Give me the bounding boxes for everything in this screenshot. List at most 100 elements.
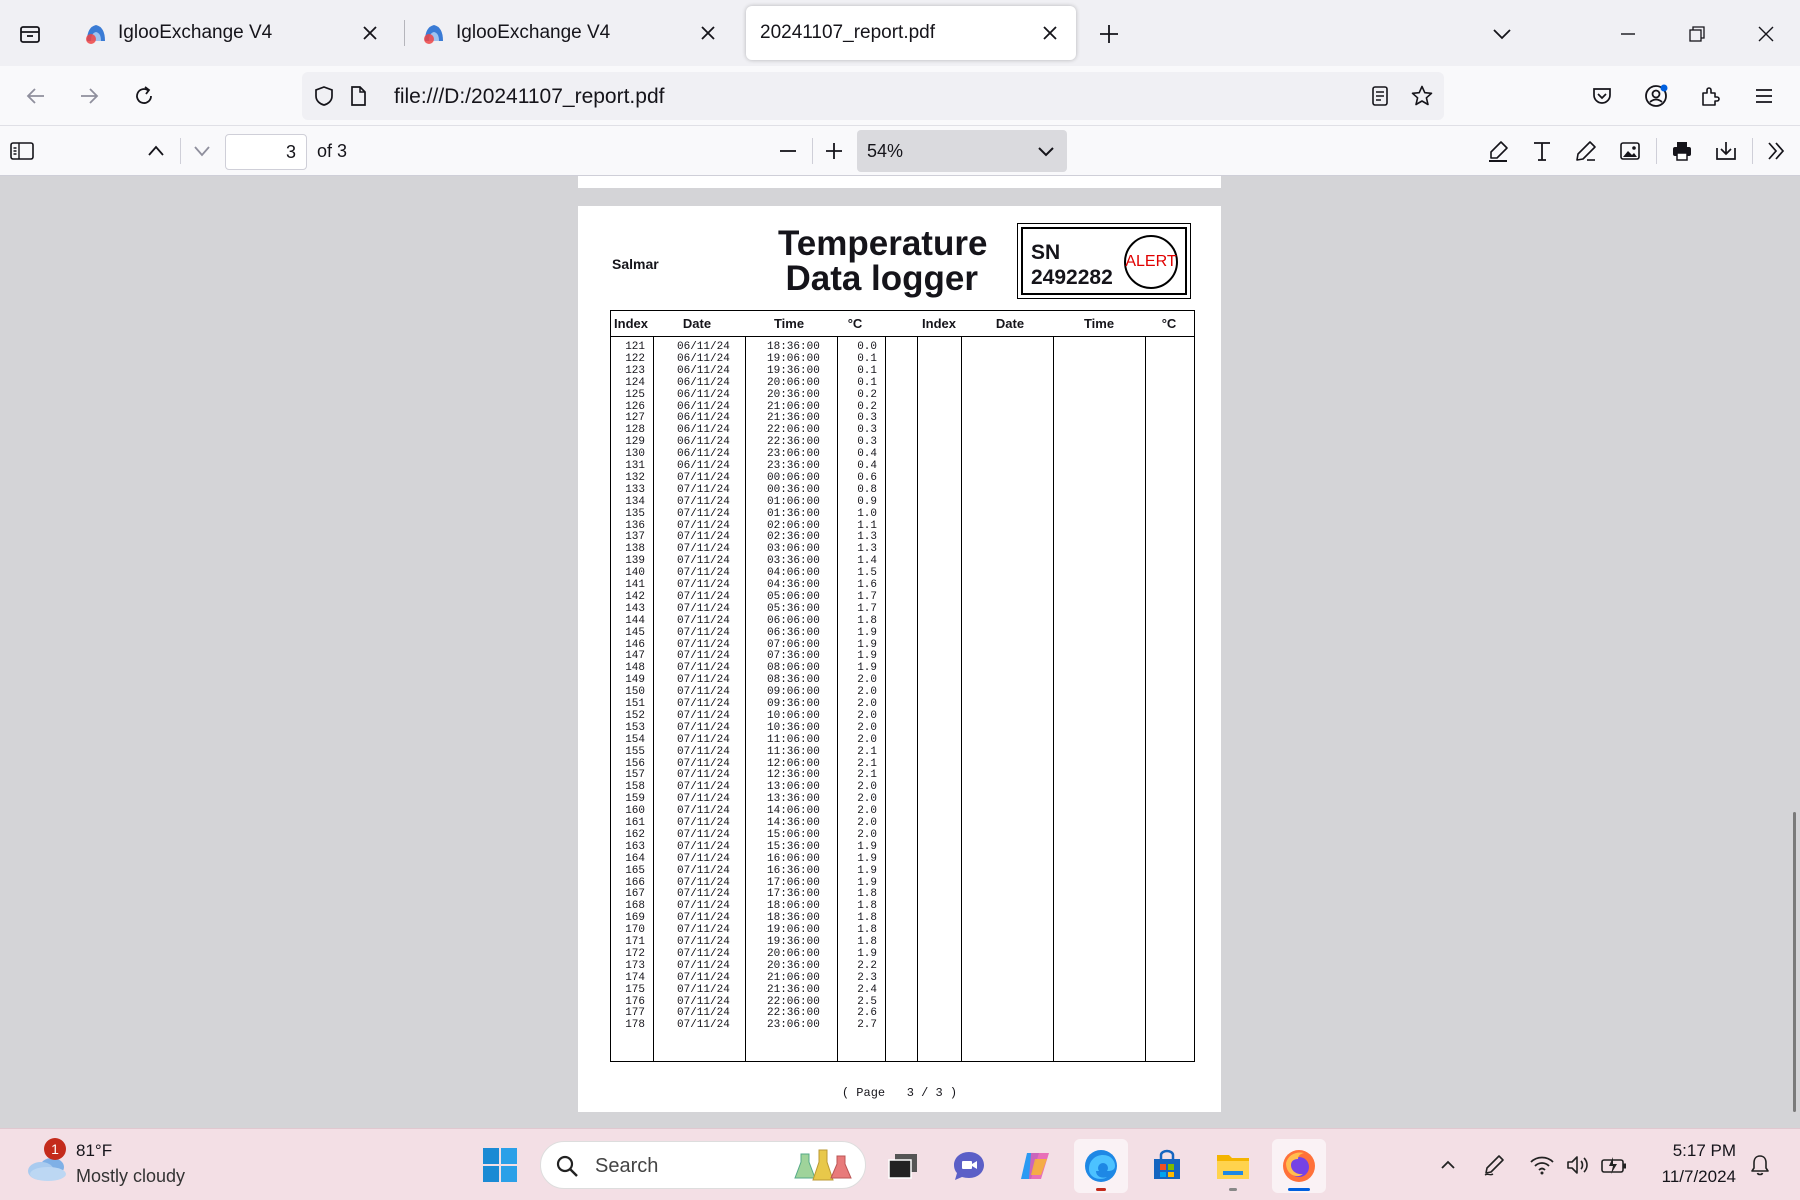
reload-button[interactable] bbox=[124, 76, 164, 116]
back-button[interactable] bbox=[16, 76, 56, 116]
battery-button[interactable] bbox=[1600, 1151, 1628, 1179]
vertical-scrollbar[interactable] bbox=[1793, 812, 1796, 1112]
notifications-button[interactable] bbox=[1746, 1151, 1774, 1179]
add-text-button[interactable] bbox=[1524, 133, 1560, 169]
alert-text: ALERT bbox=[1125, 253, 1177, 270]
forward-button[interactable] bbox=[69, 76, 109, 116]
taskbar-copilot[interactable] bbox=[1008, 1139, 1062, 1193]
sidebar-toggle-button[interactable] bbox=[4, 133, 40, 169]
show-hidden-icons-button[interactable] bbox=[1434, 1151, 1462, 1179]
text-icon bbox=[1534, 142, 1550, 161]
tab-iglooexchange-2[interactable]: IglooExchange V4 bbox=[408, 6, 734, 60]
cell-temperature: 1.9 bbox=[857, 947, 877, 960]
taskbar-task-view[interactable] bbox=[876, 1139, 930, 1193]
cell-time: 22:36:00 bbox=[767, 1007, 820, 1020]
cell-time: 08:06:00 bbox=[767, 662, 820, 675]
print-button[interactable] bbox=[1664, 133, 1700, 169]
reader-view-button[interactable] bbox=[1366, 82, 1394, 110]
windows-start-icon[interactable] bbox=[482, 1147, 518, 1183]
cell-date: 07/11/24 bbox=[677, 900, 730, 913]
taskbar-search[interactable]: Search bbox=[540, 1141, 866, 1189]
cell-temperature: 0.3 bbox=[857, 436, 877, 449]
cell-time: 09:06:00 bbox=[767, 686, 820, 699]
url-bar[interactable]: file:///D:/20241107_report.pdf bbox=[302, 72, 1444, 120]
tab-report-pdf[interactable]: 20241107_report.pdf bbox=[746, 6, 1076, 60]
cell-time: 12:36:00 bbox=[767, 769, 820, 782]
cell-time: 23:06:00 bbox=[767, 1019, 820, 1032]
new-tab-button[interactable] bbox=[1091, 16, 1127, 52]
table-row: 178 07/11/24 23:06:00 2.7 bbox=[611, 1019, 921, 1031]
taskbar-file-explorer[interactable] bbox=[1206, 1139, 1260, 1193]
cell-date: 07/11/24 bbox=[677, 852, 730, 865]
cell-time: 10:06:00 bbox=[767, 709, 820, 722]
tab-iglooexchange-1[interactable]: IglooExchange V4 bbox=[70, 6, 396, 60]
cell-index: 165 bbox=[625, 864, 645, 877]
network-button[interactable] bbox=[1528, 1151, 1556, 1179]
pdf-viewer[interactable]: Salmar Temperature Data logger SN 249228… bbox=[0, 176, 1800, 1128]
table-row: 141 07/11/24 04:36:00 1.6 bbox=[611, 579, 921, 591]
cell-date: 07/11/24 bbox=[677, 579, 730, 591]
zoom-in-button[interactable] bbox=[816, 133, 852, 169]
cell-index: 145 bbox=[625, 626, 645, 639]
add-image-button[interactable] bbox=[1612, 133, 1648, 169]
taskbar-firefox[interactable] bbox=[1272, 1139, 1326, 1193]
taskbar-store[interactable] bbox=[1140, 1139, 1194, 1193]
cell-date: 07/11/24 bbox=[677, 971, 730, 984]
list-all-tabs-button[interactable] bbox=[1484, 16, 1520, 52]
task-view-icon bbox=[888, 1154, 917, 1179]
cell-date: 07/11/24 bbox=[677, 769, 730, 782]
tab-close-button[interactable] bbox=[696, 21, 720, 45]
cell-date: 07/11/24 bbox=[677, 1019, 730, 1032]
company-name: Salmar bbox=[612, 256, 659, 272]
window-close-button[interactable] bbox=[1748, 16, 1784, 52]
minimize-button[interactable] bbox=[1610, 16, 1646, 52]
cell-time: 20:06:00 bbox=[767, 947, 820, 960]
extensions-button[interactable] bbox=[1690, 76, 1730, 116]
highlight-button[interactable] bbox=[1480, 133, 1516, 169]
cell-index: 137 bbox=[625, 531, 645, 544]
cell-time: 06:06:00 bbox=[767, 614, 820, 627]
page-number-input[interactable] bbox=[225, 134, 307, 170]
draw-button[interactable] bbox=[1568, 133, 1604, 169]
cell-index: 156 bbox=[625, 757, 645, 770]
cell-temperature: 1.5 bbox=[857, 567, 877, 580]
cell-temperature: 0.6 bbox=[857, 471, 877, 484]
next-page-button[interactable] bbox=[184, 133, 220, 169]
tab-list-button[interactable] bbox=[14, 18, 46, 50]
cell-temperature: 1.8 bbox=[857, 912, 877, 925]
save-button[interactable] bbox=[1708, 133, 1744, 169]
clock-time[interactable]: 5:17 PM bbox=[1650, 1141, 1736, 1161]
clock-date[interactable]: 11/7/2024 bbox=[1630, 1167, 1736, 1187]
cell-index: 177 bbox=[625, 1007, 645, 1020]
taskbar-edge[interactable] bbox=[1074, 1139, 1128, 1193]
url-text[interactable]: file:///D:/20241107_report.pdf bbox=[394, 85, 664, 109]
pocket-button[interactable] bbox=[1582, 76, 1622, 116]
cell-date: 07/11/24 bbox=[677, 626, 730, 639]
account-button[interactable] bbox=[1636, 76, 1676, 116]
tools-overflow-button[interactable] bbox=[1758, 133, 1794, 169]
navigation-toolbar: file:///D:/20241107_report.pdf bbox=[0, 66, 1800, 126]
bookmark-star-button[interactable] bbox=[1408, 82, 1436, 110]
taskbar-teams[interactable] bbox=[942, 1139, 996, 1193]
app-menu-button[interactable] bbox=[1744, 76, 1784, 116]
toolbar-separator bbox=[1656, 138, 1657, 164]
print-icon bbox=[1673, 142, 1691, 161]
cell-time: 02:06:00 bbox=[767, 519, 820, 532]
tracking-protection-button[interactable] bbox=[310, 82, 338, 110]
zoom-out-button[interactable] bbox=[770, 133, 806, 169]
pen-menu-button[interactable] bbox=[1480, 1151, 1508, 1179]
cell-temperature: 0.2 bbox=[857, 388, 877, 401]
notification-bell-icon bbox=[1751, 1155, 1769, 1176]
column-header: Time bbox=[1083, 316, 1115, 331]
restore-button[interactable] bbox=[1679, 16, 1715, 52]
tab-close-button[interactable] bbox=[1038, 21, 1062, 45]
zoom-select[interactable]: 54% bbox=[857, 130, 1067, 172]
cell-temperature: 1.9 bbox=[857, 626, 877, 639]
cell-temperature: 0.2 bbox=[857, 400, 877, 413]
cell-date: 07/11/24 bbox=[677, 912, 730, 925]
tab-close-button[interactable] bbox=[358, 21, 382, 45]
previous-page-button[interactable] bbox=[138, 133, 174, 169]
volume-button[interactable] bbox=[1564, 1151, 1592, 1179]
cell-index: 178 bbox=[625, 1019, 645, 1032]
site-info-button[interactable] bbox=[344, 82, 372, 110]
